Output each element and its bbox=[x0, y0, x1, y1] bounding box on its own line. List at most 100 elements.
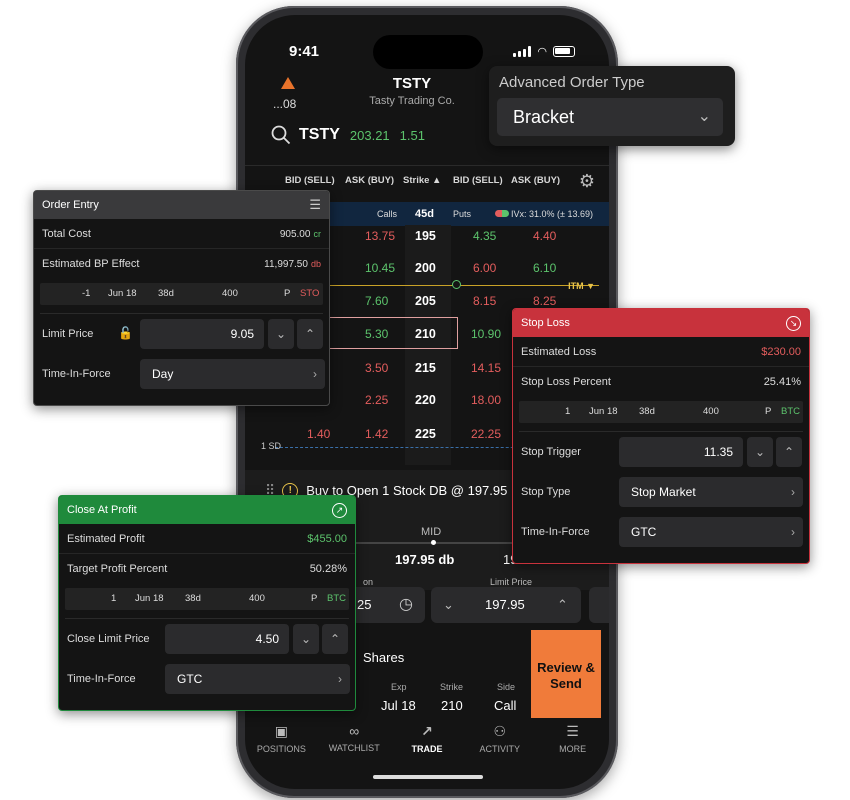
home-indicator[interactable] bbox=[373, 775, 483, 779]
leg-dte: 38d bbox=[185, 593, 201, 604]
put-bid[interactable]: 8.15 bbox=[473, 294, 496, 308]
col-call-ask: ASK (BUY) bbox=[345, 175, 395, 186]
stop-tif-select[interactable]: GTC › bbox=[619, 517, 803, 547]
decrement-button[interactable]: ⌄ bbox=[747, 437, 773, 467]
bp-effect: 11,997.50 db bbox=[264, 258, 321, 270]
stop-type-select[interactable]: Stop Market › bbox=[619, 477, 803, 507]
estimated-loss-label: Estimated Loss bbox=[521, 345, 597, 358]
left-field-label: on bbox=[363, 577, 374, 587]
decrement-button[interactable]: ⌄ bbox=[268, 319, 294, 349]
next-field[interactable] bbox=[589, 587, 609, 623]
stop-trigger-input[interactable]: 11.35 bbox=[619, 437, 743, 467]
order-entry-title: Order Entry bbox=[42, 199, 99, 211]
put-bid[interactable]: 14.15 bbox=[471, 361, 501, 375]
stop-tif-value: GTC bbox=[631, 525, 657, 539]
search-icon[interactable] bbox=[271, 125, 291, 145]
tif-value: Day bbox=[152, 367, 174, 381]
chevron-right-icon: › bbox=[313, 367, 317, 381]
call-ask[interactable]: 7.60 bbox=[365, 294, 388, 308]
arrow-down-right-icon[interactable]: ↘ bbox=[786, 315, 801, 331]
put-bid[interactable]: 22.25 bbox=[471, 427, 501, 441]
increment-button[interactable]: ⌃ bbox=[322, 624, 348, 654]
stop-loss-percent-label: Stop Loss Percent bbox=[521, 376, 611, 388]
left-field[interactable]: 25 ◷ bbox=[345, 587, 425, 623]
target-profit-percent-value: 50.28% bbox=[309, 563, 347, 575]
profit-tif-select[interactable]: GTC › bbox=[165, 664, 350, 694]
increment-button[interactable]: ⌃ bbox=[776, 437, 802, 467]
call-ask[interactable]: 2.25 bbox=[365, 393, 388, 407]
stop-trigger-label: Stop Trigger bbox=[521, 446, 581, 458]
stop-trigger-value: 11.35 bbox=[703, 445, 733, 459]
tab-positions[interactable]: ▣ POSITIONS bbox=[245, 717, 318, 769]
puts-label: Puts bbox=[453, 209, 472, 219]
stop-tif-label: Time-In-Force bbox=[521, 526, 590, 538]
stage: 9:41 ◠ ...08 TSTY Tasty Trading Co. TSTY… bbox=[0, 0, 850, 800]
bp-effect-value: 11,997.50 bbox=[264, 259, 308, 270]
close-limit-label: Close Limit Price bbox=[67, 633, 150, 645]
status-time: 9:41 bbox=[289, 43, 320, 60]
profit-leg-row[interactable]: 1 Jun 18 38d 400 P BTC bbox=[65, 588, 349, 610]
put-bid[interactable]: 4.35 bbox=[473, 229, 496, 243]
profit-tif-label: Time-In-Force bbox=[67, 673, 136, 685]
chevron-down-icon[interactable]: ⌄ bbox=[443, 597, 454, 613]
put-ask[interactable]: 6.10 bbox=[533, 261, 556, 275]
leg-exp: Jun 18 bbox=[108, 288, 137, 299]
leg-type: P bbox=[311, 593, 318, 604]
menu-icon[interactable]: ☰ bbox=[309, 197, 321, 213]
put-bid[interactable]: 10.90 bbox=[471, 327, 501, 341]
tab-trade[interactable]: ↗ TRADE bbox=[391, 717, 464, 769]
put-ask[interactable]: 8.25 bbox=[533, 294, 556, 308]
gear-icon[interactable]: ⚙ bbox=[579, 171, 595, 192]
exp-label: Exp bbox=[391, 682, 407, 692]
close-at-profit-title: Close At Profit bbox=[67, 504, 137, 516]
strike: 220 bbox=[415, 393, 436, 407]
symbol-search[interactable]: TSTY 203.21 1.51 bbox=[271, 125, 425, 145]
tab-label: ACTIVITY bbox=[479, 744, 521, 754]
tif-select[interactable]: Day › bbox=[140, 359, 325, 389]
call-ask[interactable]: 10.45 bbox=[365, 261, 395, 275]
stop-loss-leg-row[interactable]: 1 Jun 18 38d 400 P BTC bbox=[519, 401, 803, 423]
clock-icon[interactable]: ◷ bbox=[399, 594, 413, 614]
call-bid[interactable]: 1.40 bbox=[307, 427, 330, 441]
call-ask[interactable]: 13.75 bbox=[365, 229, 395, 243]
call-ask[interactable]: 1.42 bbox=[365, 427, 388, 441]
limit-price-field[interactable]: ⌄ 197.95 ⌃ bbox=[431, 587, 581, 623]
leg-action: BTC bbox=[781, 406, 800, 417]
advanced-order-type-select[interactable]: Bracket ⌄ bbox=[497, 98, 723, 136]
close-limit-input[interactable]: 4.50 bbox=[165, 624, 289, 654]
ivx-toggle-icon[interactable] bbox=[495, 210, 509, 217]
decrement-button[interactable]: ⌄ bbox=[293, 624, 319, 654]
quote-symbol: TSTY bbox=[299, 126, 340, 143]
left-field-value: 25 bbox=[357, 597, 372, 612]
review-send-button[interactable]: Review & Send bbox=[531, 630, 601, 718]
lock-icon[interactable]: 🔓 bbox=[118, 326, 133, 340]
activity-icon: ⚇ bbox=[493, 723, 507, 739]
strike: 225 bbox=[415, 427, 436, 441]
strike-label: Strike bbox=[440, 682, 464, 692]
put-bid[interactable]: 6.00 bbox=[473, 261, 496, 275]
price-slider-handle[interactable] bbox=[431, 540, 436, 545]
chevron-up-icon[interactable]: ⌃ bbox=[557, 597, 568, 613]
put-bid[interactable]: 18.00 bbox=[471, 393, 501, 407]
tab-activity[interactable]: ⚇ ACTIVITY bbox=[463, 717, 536, 769]
dynamic-island bbox=[373, 35, 483, 69]
stop-loss-header: Stop Loss ↘ bbox=[513, 309, 809, 337]
increment-button[interactable]: ⌃ bbox=[297, 319, 323, 349]
tab-more[interactable]: ☰ MORE bbox=[536, 717, 609, 769]
itm-label: ITM ▼ bbox=[568, 281, 595, 291]
col-strike-label: Strike bbox=[403, 175, 430, 186]
bp-effect-row: Estimated BP Effect 11,997.50 db bbox=[34, 249, 329, 279]
order-leg-row[interactable]: -1 Jun 18 38d 400 P STO bbox=[40, 283, 323, 305]
call-ask[interactable]: 3.50 bbox=[365, 361, 388, 375]
col-put-bid: BID (SELL) bbox=[453, 175, 503, 186]
briefcase-icon: ▣ bbox=[274, 723, 289, 739]
limit-price-label: Limit Price bbox=[42, 328, 94, 340]
put-ask[interactable]: 4.40 bbox=[533, 229, 556, 243]
arrow-up-right-icon[interactable]: ↗ bbox=[332, 502, 347, 518]
side-value: Call bbox=[494, 698, 517, 713]
tab-watchlist[interactable]: ∞ WATCHLIST bbox=[318, 717, 391, 769]
leg-strike: 400 bbox=[703, 406, 719, 417]
limit-price-input[interactable]: 9.05 bbox=[140, 319, 264, 349]
estimated-loss-value: $230.00 bbox=[761, 345, 801, 358]
col-strike[interactable]: Strike ▲ bbox=[403, 175, 441, 186]
